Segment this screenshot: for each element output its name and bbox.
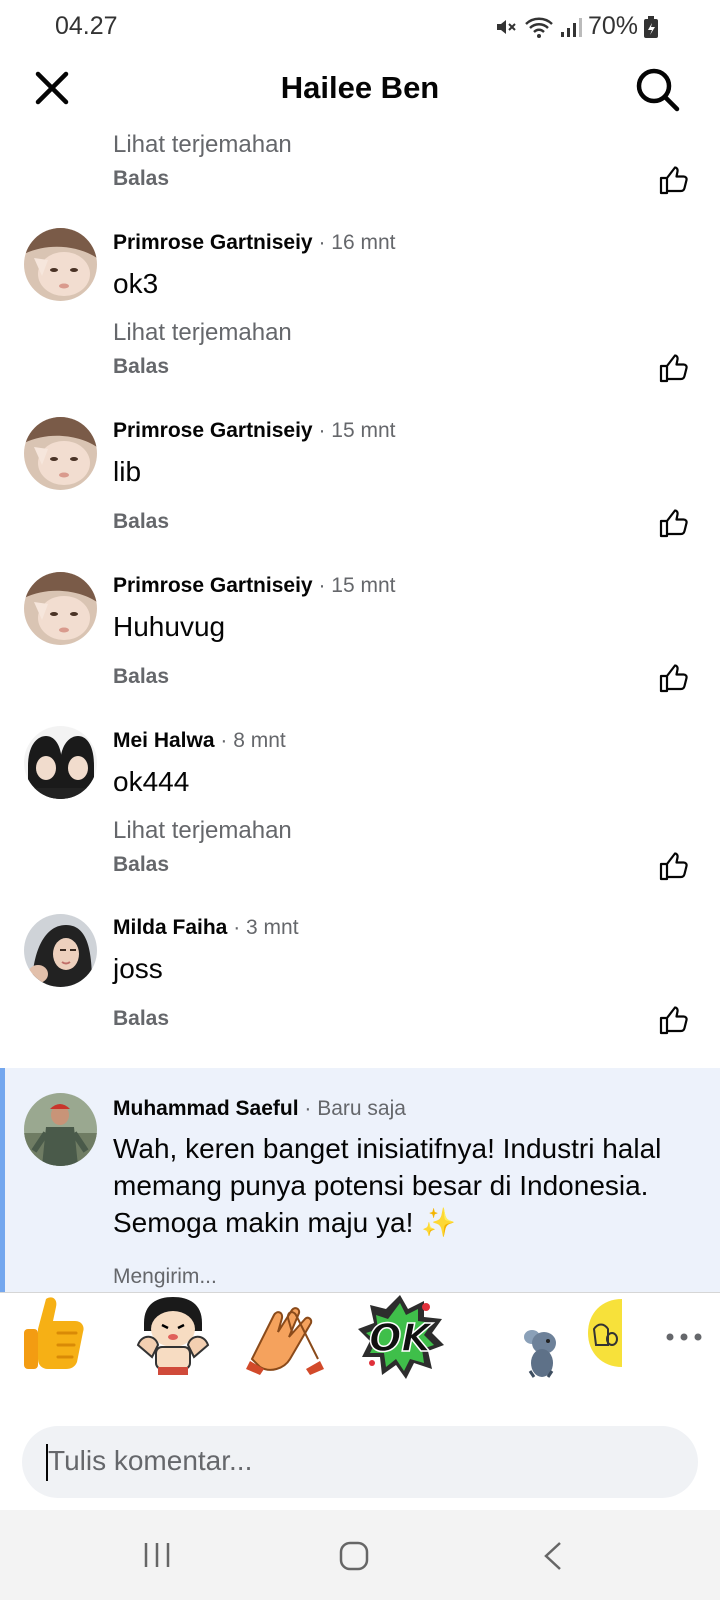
like-icon[interactable] (658, 662, 690, 694)
status-icons: 70% (494, 12, 658, 41)
avatar[interactable] (24, 572, 97, 645)
ok-burst-sticker[interactable]: OK (356, 1293, 444, 1379)
sticker-bar: OK (0, 1293, 720, 1403)
wifi-icon (525, 17, 553, 38)
comment-text: joss (113, 953, 163, 984)
like-icon[interactable] (658, 850, 690, 882)
reply-button[interactable]: Balas (113, 510, 169, 534)
avatar[interactable] (24, 726, 97, 799)
thumbs-up-sticker[interactable] (22, 1293, 92, 1375)
like-icon[interactable] (658, 352, 690, 384)
comment-author[interactable]: Primrose Gartniseiy (113, 419, 313, 442)
comment-item: Primrose Gartniseiy · 16 mnt ok3 Lihat t… (0, 228, 720, 398)
home-icon[interactable] (338, 1540, 370, 1572)
yellow-hand-sticker[interactable] (588, 1299, 622, 1367)
search-icon[interactable] (634, 66, 680, 112)
svg-text:OK: OK (369, 1316, 433, 1360)
comment-text: ok3 (113, 268, 159, 299)
status-time: 04.27 (55, 12, 118, 40)
signal-icon (560, 17, 582, 37)
avatar[interactable] (24, 417, 97, 490)
see-translation-link[interactable]: Lihat terjemahan (113, 817, 292, 845)
comment-item: Milda Faiha · 3 mnt joss Balas (0, 914, 720, 1044)
header: Hailee Ben (0, 52, 720, 128)
like-icon[interactable] (658, 507, 690, 539)
comment-text: ok444 (113, 766, 190, 797)
comment-header: Mei Halwa · 8 mnt (113, 729, 286, 753)
like-icon[interactable] (658, 164, 690, 196)
recent-apps-icon[interactable] (142, 1540, 172, 1570)
reply-button[interactable]: Balas (113, 665, 169, 689)
comment-author[interactable]: Milda Faiha (113, 916, 227, 939)
battery-icon (644, 15, 658, 38)
comment-header: Primrose Gartniseiy · 15 mnt (113, 574, 395, 598)
comment-author[interactable]: Primrose Gartniseiy (113, 574, 313, 597)
see-translation-link[interactable]: Lihat terjemahan (113, 131, 292, 159)
comment-header: Muhammad Saeful · Baru saja (113, 1097, 406, 1121)
reply-button[interactable]: Balas (113, 355, 169, 379)
pending-comment: Muhammad Saeful · Baru saja Wah, keren b… (0, 1068, 720, 1292)
comment-text: Wah, keren banget inisiatifnya! Industri… (113, 1133, 662, 1238)
back-icon[interactable] (540, 1540, 566, 1572)
reply-button[interactable]: Balas (113, 167, 169, 191)
comment-time: · 8 mnt (220, 729, 286, 752)
comment-header: Milda Faiha · 3 mnt (113, 916, 299, 940)
reply-button[interactable]: Balas (113, 1007, 169, 1031)
battery-percent: 70% (587, 12, 638, 40)
comment-list[interactable]: Lihat terjemahan Balas Primrose Gartnise… (0, 128, 720, 1292)
comment-text: lib (113, 456, 142, 487)
comment-time: · 3 mnt (233, 916, 299, 939)
like-icon[interactable] (658, 1004, 690, 1036)
comment-fragment: Lihat terjemahan Balas (0, 128, 720, 208)
comment-input-placeholder: Tulis komentar... (48, 1445, 253, 1476)
flexing-boy-sticker[interactable] (130, 1293, 216, 1379)
comment-author[interactable]: Mei Halwa (113, 729, 215, 752)
reply-button[interactable]: Balas (113, 853, 169, 877)
page-title: Hailee Ben (280, 70, 440, 105)
comment-header: Primrose Gartniseiy · 15 mnt (113, 419, 395, 443)
comment-time: · 16 mnt (318, 231, 396, 254)
comment-item: Primrose Gartniseiy · 15 mnt Huhuvug Bal… (0, 572, 720, 702)
navigation-bar (0, 1510, 720, 1600)
comment-author[interactable]: Muhammad Saeful (113, 1097, 299, 1120)
mouse-sticker[interactable] (518, 1327, 562, 1379)
avatar[interactable] (24, 914, 97, 987)
comment-header: Primrose Gartniseiy · 16 mnt (113, 231, 395, 255)
comment-time: · 15 mnt (318, 419, 396, 442)
sending-status: Mengirim... (113, 1265, 217, 1288)
comment-item: Primrose Gartniseiy · 15 mnt lib Balas (0, 417, 720, 547)
see-translation-link[interactable]: Lihat terjemahan (113, 319, 292, 347)
mute-icon (496, 19, 516, 34)
avatar[interactable] (24, 1093, 97, 1166)
more-icon[interactable] (664, 1327, 704, 1347)
comment-text: Huhuvug (113, 611, 226, 642)
comment-time: · 15 mnt (318, 574, 396, 597)
comment-input[interactable]: Tulis komentar... (22, 1426, 698, 1498)
clapping-hands-sticker[interactable] (242, 1299, 328, 1377)
comment-author[interactable]: Primrose Gartniseiy (113, 231, 313, 254)
avatar[interactable] (24, 228, 97, 301)
comment-item: Mei Halwa · 8 mnt ok444 Lihat terjemahan… (0, 726, 720, 896)
status-bar: 04.27 70% (0, 0, 720, 52)
comment-time: · Baru saja (304, 1097, 406, 1120)
